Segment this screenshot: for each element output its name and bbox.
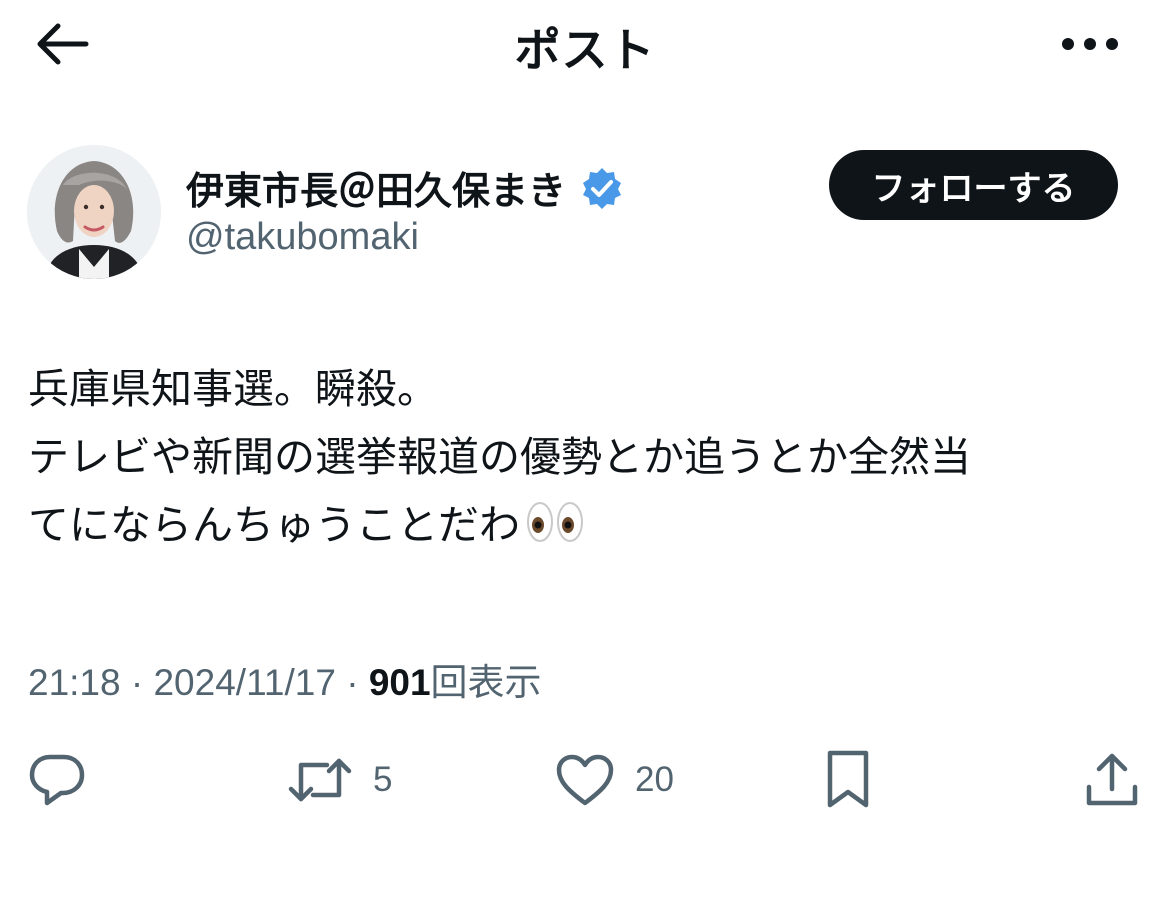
views-count: 901 (368, 662, 431, 703)
page-title: ポスト (514, 24, 656, 76)
reply-icon (29, 754, 85, 806)
more-horizontal-icon (1062, 38, 1118, 50)
share-button[interactable] (1084, 745, 1140, 815)
avatar-photo (27, 145, 161, 279)
like-button[interactable]: 20 (555, 745, 674, 815)
views-label: 回表示 (430, 662, 542, 703)
heart-icon (556, 754, 614, 806)
tweet-line-text: てにならんちゅうことだわ (28, 502, 520, 548)
follow-button[interactable]: フォローする (829, 150, 1118, 220)
tweet-line: テレビや新聞の選挙報道の優勢とか追うとか全然当 (28, 434, 971, 480)
tweet-line-last: てにならんちゅうことだわ (28, 491, 1148, 559)
bookmark-button[interactable] (822, 745, 874, 815)
reply-button[interactable] (28, 745, 106, 815)
tweet-date[interactable]: 2024/11/17 (153, 662, 335, 703)
share-icon (1086, 753, 1138, 806)
tweet-line: 兵庫県知事選。瞬殺。 (28, 366, 438, 412)
retweet-icon (288, 758, 352, 802)
bookmark-icon (827, 750, 869, 808)
meta-separator: · (130, 662, 144, 703)
tweet-meta: 21:18 · 2024/11/17 · 901回表示 (28, 652, 542, 706)
author-handle[interactable]: @takubomaki (186, 216, 419, 259)
tweet-time[interactable]: 21:18 (28, 662, 121, 703)
action-bar: 5 20 (0, 745, 1170, 815)
avatar[interactable] (27, 145, 161, 279)
eyes-emoji (526, 499, 586, 545)
retweet-count: 5 (373, 760, 393, 799)
top-bar: ポスト (0, 0, 1170, 90)
retweet-button[interactable]: 5 (287, 745, 392, 815)
tweet-text: 兵庫県知事選。瞬殺。 テレビや新聞の選挙報道の優勢とか追うとか全然当 てにならん… (28, 355, 1148, 559)
author-name-row[interactable]: 伊東市長＠田久保まき (186, 160, 624, 215)
meta-separator: · (346, 662, 359, 703)
post-detail-page: ポスト 伊東市長＠田久保まき @takubomaki フォローする 兵庫県知事選… (0, 0, 1170, 898)
verified-badge-icon (583, 167, 622, 209)
more-button[interactable] (1058, 24, 1122, 64)
like-count: 20 (635, 760, 674, 799)
author-display-name: 伊東市長＠田久保まき (186, 171, 567, 213)
